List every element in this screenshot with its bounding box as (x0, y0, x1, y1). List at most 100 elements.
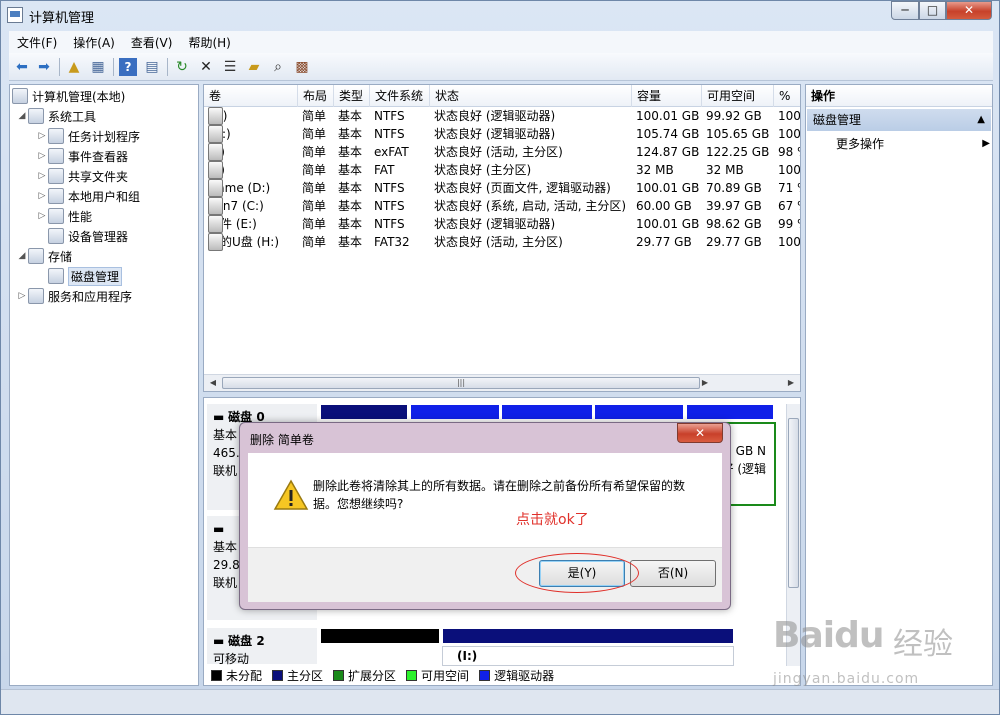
volume-row[interactable]: Win7 (C:) 简单 基本 NTFS 状态良好 (系统, 启动, 活动, 主分区) 6… (204, 197, 800, 215)
tree-item-task-scheduler[interactable]: ▷ 任务计划程序 (36, 127, 140, 145)
minimize-button[interactable]: ─ (891, 1, 919, 20)
volume-row[interactable]: 软件 (E:) 简单 基本 NTFS 状态良好 (逻辑驱动器) 100.01 GB 98.6… (204, 215, 800, 233)
column-header-status[interactable]: 状态 (430, 85, 632, 107)
cell-capacity: 105.74 GB (636, 127, 700, 141)
up-folder-icon[interactable]: ▲ (65, 58, 83, 76)
properties-pane-icon[interactable]: ▤ (143, 58, 161, 76)
tree-item-local-users[interactable]: ▷ 本地用户和组 (36, 187, 140, 205)
cell-volume-name: (F:) (204, 107, 298, 125)
scroll-right-arrow-icon[interactable]: ▶ (698, 377, 712, 389)
tree-item-shared-folders[interactable]: ▷ 共享文件夹 (36, 167, 128, 185)
expand-arrow-icon[interactable]: ▷ (36, 171, 48, 181)
column-header-filesystem[interactable]: 文件系统 (370, 85, 430, 107)
cell-capacity: 29.77 GB (636, 235, 692, 249)
cell-free-space: 99.92 GB (706, 109, 762, 123)
column-header-type[interactable]: 类型 (334, 85, 370, 107)
expand-arrow-icon[interactable]: ▷ (36, 211, 48, 221)
tree-item-performance[interactable]: ▷ 性能 (36, 207, 92, 225)
navigation-tree: 计算机管理(本地) ◢ 系统工具 ▷ 任务计划程序 ▷ 事件查看器 ▷ 共享文件… (9, 84, 199, 686)
cell-type: 基本 (338, 199, 363, 213)
scroll-right-end-arrow-icon[interactable]: ▶ (784, 377, 798, 389)
disk-2-volume-i[interactable]: (I:) (442, 646, 734, 666)
forward-arrow-icon[interactable]: ➡ (35, 58, 53, 76)
menu-help[interactable]: 帮助(H) (180, 34, 238, 51)
cell-free-space: 105.65 GB (706, 127, 770, 141)
submenu-arrow-icon: ▶ (982, 138, 990, 149)
cell-status: 状态良好 (逻辑驱动器) (434, 127, 556, 141)
cell-status: 状态良好 (逻辑驱动器) (434, 217, 556, 231)
expand-arrow-icon[interactable]: ▷ (36, 131, 48, 141)
expand-arrow-icon[interactable]: ▷ (36, 151, 48, 161)
delete-icon[interactable]: ✕ (197, 58, 215, 76)
volume-row[interactable]: 我的U盘 (H:) 简单 基本 FAT32 状态良好 (活动, 主分区) 29.77 GB… (204, 233, 801, 251)
title-bar: 计算机管理 ─ □ ✕ (1, 1, 999, 29)
tree-item-system-tools[interactable]: ◢ 系统工具 (16, 107, 96, 125)
column-header-free-space[interactable]: 可用空间 (702, 85, 774, 107)
volume-row[interactable]: (I:) 简单基本 exFAT 状态良好 (活动, 主分区) 124.87 GB 122.… (204, 143, 800, 161)
scroll-left-arrow-icon[interactable]: ◀ (206, 377, 220, 389)
cell-free-space: 32 MB (706, 163, 744, 177)
tree-item-root[interactable]: 计算机管理(本地) (12, 87, 125, 105)
cell-layout: 简单 (302, 199, 327, 213)
cell-layout: 简单 (302, 145, 327, 159)
collapse-arrow-icon[interactable]: ◢ (16, 111, 28, 121)
tree-item-storage[interactable]: ◢ 存储 (16, 247, 72, 265)
close-button[interactable]: ✕ (946, 1, 992, 20)
more-actions-item[interactable]: 更多操作 ▶ (836, 135, 990, 153)
cell-layout: 简单 (302, 163, 327, 177)
expand-arrow-icon[interactable]: ▷ (16, 291, 28, 301)
scrollbar-thumb[interactable]: ||| (222, 377, 700, 389)
partition-bar-primary (320, 404, 408, 420)
cell-capacity: 60.00 GB (636, 199, 692, 213)
column-header-volume[interactable]: 卷 (204, 85, 298, 107)
horizontal-scrollbar[interactable]: ◀ ||| ▶ ▶ (204, 374, 800, 391)
cell-free-space: 70.89 GB (706, 181, 762, 195)
dialog-close-button[interactable]: ✕ (677, 423, 723, 443)
menu-bar: 文件(F) 操作(A) 查看(V) 帮助(H) (9, 31, 993, 53)
volume-row[interactable]: Game (D:) 简单 基本 NTFS 状态良好 (页面文件, 逻辑驱动器) 100.0… (204, 179, 800, 197)
cell-filesystem: NTFS (374, 181, 405, 195)
annotation-ellipse (515, 553, 639, 593)
menu-action[interactable]: 操作(A) (65, 34, 123, 51)
cell-status: 状态良好 (页面文件, 逻辑驱动器) (434, 181, 611, 195)
disk-icon: ▬ (213, 410, 225, 424)
column-header-percent-free[interactable]: % (774, 85, 800, 107)
disk-settings-icon[interactable]: ▩ (293, 58, 311, 76)
tree-item-services[interactable]: ▷ 服务和应用程序 (16, 287, 132, 305)
collapse-caret-icon[interactable]: ▲ (977, 109, 985, 131)
collapse-arrow-icon[interactable]: ◢ (16, 251, 28, 261)
tree-item-device-manager[interactable]: 设备管理器 (48, 227, 128, 245)
cell-percent-free: 100 (778, 235, 801, 249)
no-button[interactable]: 否(N) (630, 560, 716, 587)
tree-item-disk-management[interactable]: 磁盘管理 (48, 266, 123, 286)
volume-list: 卷 布局 类型 文件系统 状态 容量 可用空间 % (F:)简单基本NTFS状态… (203, 84, 801, 392)
back-arrow-icon[interactable]: ⬅ (13, 58, 31, 76)
users-icon (48, 188, 64, 204)
properties-icon[interactable]: ☰ (221, 58, 239, 76)
column-header-layout[interactable]: 布局 (298, 85, 334, 107)
open-folder-icon[interactable]: ▰ (245, 58, 263, 76)
menu-view[interactable]: 查看(V) (123, 34, 181, 51)
help-icon[interactable]: ? (119, 58, 137, 76)
vertical-scrollbar-thumb[interactable] (788, 418, 799, 588)
volume-row[interactable]: (J:) 简单基本 FAT 状态良好 (主分区) 32 MB 32 MB 100 (204, 161, 800, 179)
maximize-button[interactable]: □ (919, 1, 946, 20)
show-hide-tree-icon[interactable]: ▦ (89, 58, 107, 76)
expand-arrow-icon[interactable]: ▷ (36, 191, 48, 201)
drive-icon (208, 215, 223, 233)
actions-section-disk-management[interactable]: 磁盘管理 ▲ (807, 109, 991, 131)
tree-item-event-viewer[interactable]: ▷ 事件查看器 (36, 147, 128, 165)
search-icon[interactable]: ⌕ (269, 58, 287, 76)
cell-type: 基本 (338, 217, 363, 231)
cell-type: 基本 (338, 235, 363, 249)
refresh-icon[interactable]: ↻ (173, 58, 191, 76)
actions-pane: 操作 磁盘管理 ▲ 更多操作 ▶ (805, 84, 993, 686)
disk-2-label[interactable]: ▬ 磁盘 2 可移动 (207, 628, 317, 666)
column-header-capacity[interactable]: 容量 (632, 85, 702, 107)
volume-row[interactable]: (F:) 简单基本 NTFS 状态良好 (逻辑驱动器) 100.01 GB 99.92 G… (204, 107, 800, 125)
menu-file[interactable]: 文件(F) (9, 34, 65, 51)
cell-status: 状态良好 (活动, 主分区) (434, 235, 563, 249)
volume-row[interactable]: (G:) 简单基本 NTFS 状态良好 (逻辑驱动器) 105.74 GB 105.65 … (204, 125, 800, 143)
cell-layout: 简单 (302, 127, 327, 141)
clock-icon (48, 128, 64, 144)
